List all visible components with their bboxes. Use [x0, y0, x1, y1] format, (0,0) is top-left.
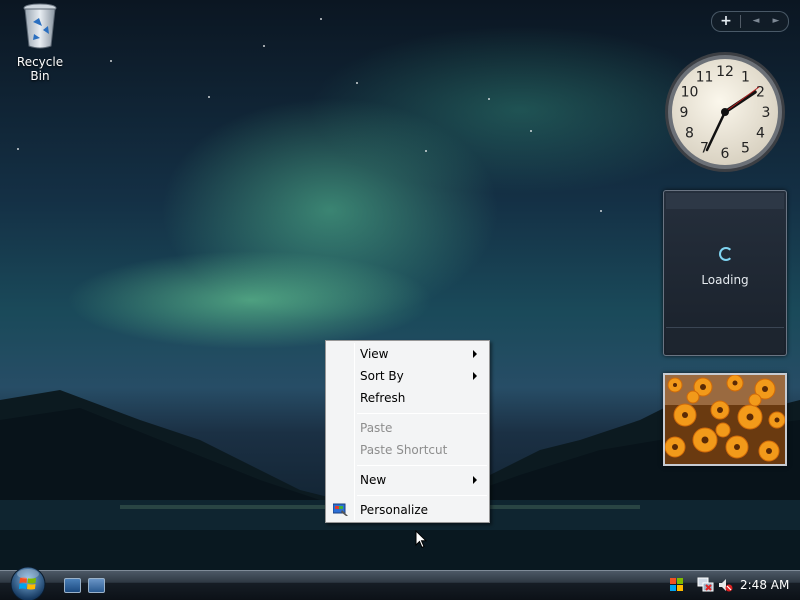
clock-numeral: 9: [680, 105, 689, 121]
clock-numeral: 6: [721, 146, 730, 162]
star: [208, 96, 210, 98]
next-page-button[interactable]: ►: [768, 12, 784, 31]
menu-item-label: New: [360, 473, 387, 487]
sidebar-controls: + ◄ ►: [711, 11, 789, 32]
gadget-footer: [666, 327, 784, 353]
slideshow-gadget[interactable]: [663, 373, 787, 466]
menu-item-label: Personalize: [360, 503, 429, 517]
taskbar: 2:48 AM: [0, 566, 800, 600]
mouse-cursor-icon: [415, 530, 427, 549]
submenu-arrow-icon: [473, 476, 477, 484]
menu-item-new[interactable]: New: [328, 469, 487, 491]
gadget-header: [666, 193, 784, 209]
start-button[interactable]: [7, 565, 49, 600]
menu-separator: [357, 413, 487, 414]
star: [263, 45, 265, 47]
previous-page-button[interactable]: ◄: [748, 12, 764, 31]
star: [425, 150, 427, 152]
network-icon[interactable]: [697, 577, 715, 593]
star: [600, 210, 602, 212]
submenu-arrow-icon: [473, 350, 477, 358]
menu-item-sort-by[interactable]: Sort By: [328, 365, 487, 387]
star: [488, 98, 490, 100]
desktop[interactable]: Recycle Bin + ◄ ► 12 1 2 3 4 5 6 7 8 9 10 11: [0, 0, 800, 570]
clock-numeral: 2: [756, 85, 765, 101]
clock-numeral: 8: [685, 126, 694, 142]
star: [356, 82, 358, 84]
show-desktop-icon[interactable]: [64, 578, 81, 593]
clock-numeral: 3: [762, 105, 771, 121]
taskbar-clock[interactable]: 2:48 AM: [740, 578, 789, 592]
clock-numeral: 5: [741, 141, 750, 157]
menu-item-label: View: [360, 347, 389, 361]
recycle-bin-icon: [23, 3, 57, 49]
menu-item-paste-shortcut[interactable]: Paste Shortcut: [328, 439, 487, 461]
menu-separator: [357, 495, 487, 496]
notification-area: 2:48 AM: [664, 571, 800, 600]
clock-gadget[interactable]: 12 1 2 3 4 5 6 7 8 9 10 11: [663, 50, 787, 174]
gadget-loading-text: Loading: [701, 273, 749, 287]
clock-numeral: 4: [756, 126, 765, 142]
clock-numeral: 11: [696, 70, 714, 86]
desktop-context-menu: View Sort By Refresh Paste Paste Shortcu…: [325, 340, 490, 523]
star: [320, 18, 322, 20]
divider: [740, 15, 741, 28]
recycle-bin-label: Recycle Bin: [16, 55, 64, 83]
personalize-icon: [333, 503, 348, 516]
menu-item-paste[interactable]: Paste: [328, 417, 487, 439]
submenu-arrow-icon: [473, 372, 477, 380]
menu-item-refresh[interactable]: Refresh: [328, 387, 487, 409]
clock-numeral: 10: [681, 85, 699, 101]
star: [17, 148, 19, 150]
loading-spinner-icon: [719, 247, 733, 261]
clock-numeral: 12: [716, 64, 734, 80]
menu-item-label: Paste: [360, 421, 393, 435]
star: [110, 60, 112, 62]
recycle-bin-desktop-icon[interactable]: Recycle Bin: [6, 2, 74, 83]
star: [530, 130, 532, 132]
menu-item-label: Refresh: [360, 391, 406, 405]
menu-item-label: Paste Shortcut: [360, 443, 448, 457]
windows-security-icon[interactable]: [669, 577, 685, 593]
menu-item-label: Sort By: [360, 369, 404, 383]
menu-item-personalize[interactable]: Personalize: [328, 499, 487, 521]
windows-orb-icon: [10, 566, 46, 600]
menu-separator: [357, 465, 487, 466]
volume-muted-icon[interactable]: [717, 577, 733, 593]
flowers-photo: [665, 375, 785, 464]
clock-face: 12 1234567891011: [665, 52, 785, 172]
switch-windows-icon[interactable]: [88, 578, 105, 593]
weather-gadget[interactable]: Loading: [663, 190, 787, 356]
menu-item-view[interactable]: View: [328, 343, 487, 365]
add-gadget-button[interactable]: +: [716, 12, 736, 31]
clock-numeral: 1: [741, 70, 750, 86]
